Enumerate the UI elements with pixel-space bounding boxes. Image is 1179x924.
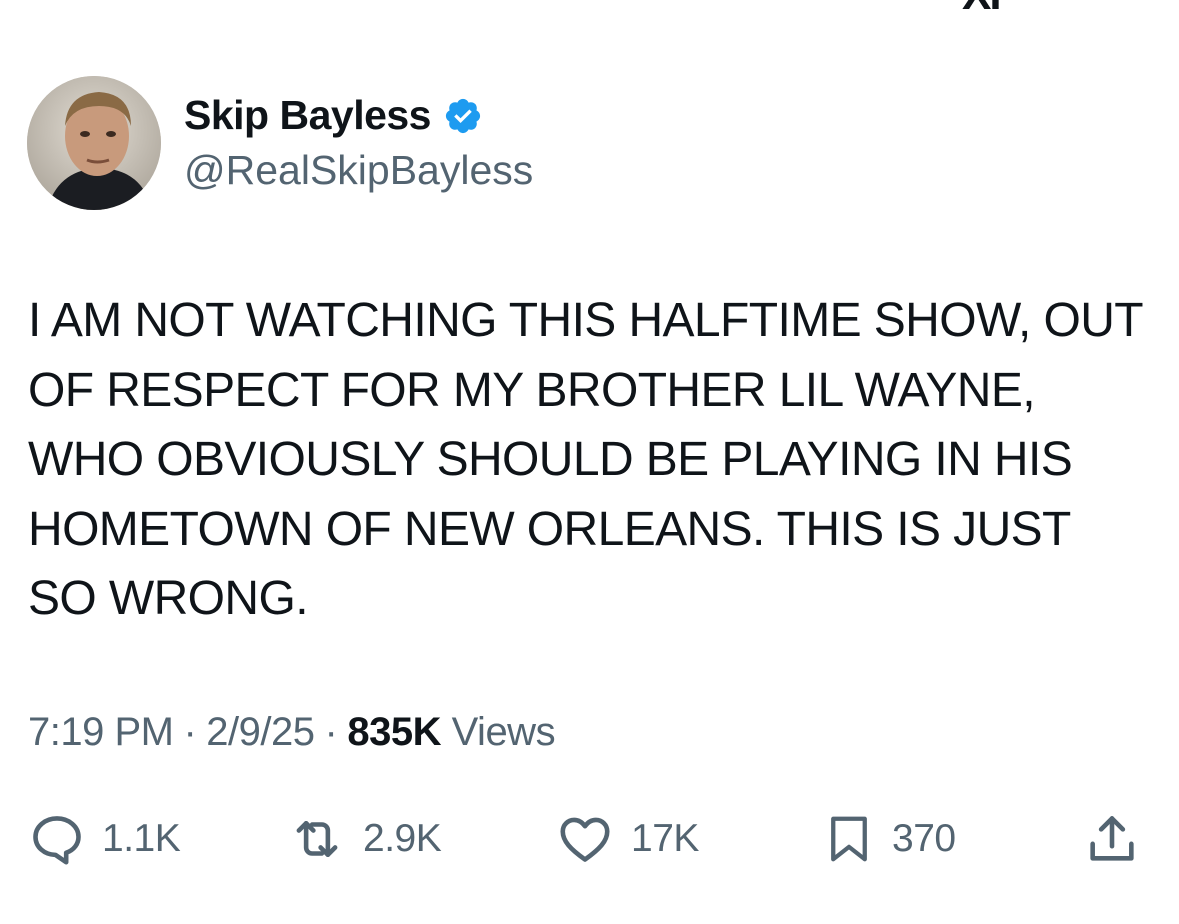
reply-count: 1.1K (102, 817, 181, 860)
views-count: 835K (347, 710, 441, 754)
repost-icon (296, 820, 338, 858)
verified-badge-icon (443, 96, 483, 136)
heart-icon (560, 817, 610, 862)
tweet-meta: 7:19 PM · 2/9/25 · 835K Views (28, 710, 556, 755)
action-bar: 1.1K 2.9K 17K 370 (0, 808, 1179, 868)
like-button[interactable]: 17K (555, 810, 699, 868)
share-icon (1090, 816, 1134, 861)
author-name-row: Skip Bayless (184, 92, 483, 139)
meta-separator: · (324, 710, 338, 754)
tweet-date[interactable]: 2/9/25 (206, 710, 315, 755)
bookmark-count: 370 (892, 817, 956, 860)
author-name[interactable]: Skip Bayless (184, 92, 432, 139)
share-button[interactable] (1082, 810, 1142, 868)
repost-count: 2.9K (363, 817, 442, 860)
tweet-time[interactable]: 7:19 PM (28, 710, 174, 755)
avatar-photo (27, 76, 161, 210)
views-label: Views (451, 710, 556, 754)
author-handle[interactable]: @RealSkipBayless (184, 147, 533, 194)
repost-button[interactable]: 2.9K (287, 810, 442, 868)
bookmark-button[interactable]: 370 (822, 810, 956, 868)
bookmark-icon (831, 816, 867, 862)
meta-separator: · (183, 710, 197, 754)
reply-button[interactable]: 1.1K (28, 810, 181, 868)
reply-icon (33, 816, 81, 865)
like-count: 17K (631, 817, 699, 860)
tweet-text: I AM NOT WATCHING THIS HALFTIME SHOW, OU… (28, 294, 1143, 625)
avatar[interactable] (27, 76, 161, 210)
top-cutoff-mark: XI (962, 0, 1002, 20)
